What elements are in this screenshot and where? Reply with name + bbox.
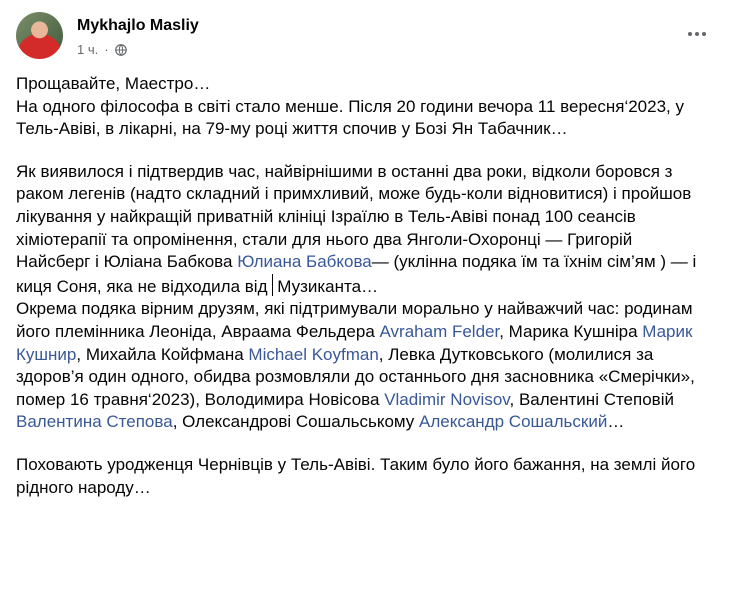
text-segment: , Михайла Койфмана bbox=[76, 344, 249, 364]
facebook-post: Mykhajlo Masliy 1 ч. · Прощавайте, Маест… bbox=[0, 0, 731, 605]
mention-link[interactable]: Michael Koyfman bbox=[248, 345, 378, 364]
paragraph-3: Поховають уродженця Чернівців у Тель-Аві… bbox=[16, 454, 696, 497]
post-body: Прощавайте, Маестро… На одного філософа … bbox=[16, 73, 706, 499]
paragraph-1: Прощавайте, Маестро… На одного філософа … bbox=[16, 73, 706, 141]
paragraph-2: Як виявилося і підтвердив час, найвірніш… bbox=[16, 161, 706, 434]
mention-link[interactable]: Vladimir Novisov bbox=[384, 390, 509, 409]
mention-link[interactable]: Avraham Felder bbox=[380, 322, 500, 341]
mention-link[interactable]: Александр Сошальский bbox=[419, 412, 607, 431]
text-segment: … bbox=[607, 412, 625, 432]
author-name[interactable]: Mykhajlo Masliy bbox=[77, 17, 199, 35]
post-meta: 1 ч. · bbox=[77, 42, 127, 57]
mention-link[interactable]: Юлиана Бабкова bbox=[237, 252, 372, 271]
separator-dot: · bbox=[104, 42, 109, 57]
post-header: Mykhajlo Masliy 1 ч. · bbox=[16, 12, 715, 60]
obituary-line: На одного філософа в світі стало менше. … bbox=[16, 96, 684, 139]
avatar[interactable] bbox=[16, 12, 63, 59]
post-time[interactable]: 1 ч. bbox=[77, 42, 98, 57]
globe-icon[interactable] bbox=[114, 43, 127, 56]
text-segment: , Валентині Степовій bbox=[509, 389, 674, 409]
text-segment: , Марика Кушніра bbox=[499, 321, 643, 341]
mention-link[interactable]: Валентина Степова bbox=[16, 412, 173, 431]
text-segment: Музиканта… bbox=[272, 276, 379, 296]
text-segment: , Олександрові Сошальському bbox=[172, 412, 420, 432]
more-options-icon[interactable] bbox=[679, 24, 715, 44]
greeting-line: Прощавайте, Маестро… bbox=[16, 74, 211, 93]
